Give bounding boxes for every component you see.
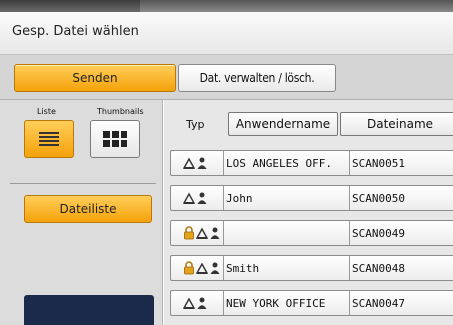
column-header-user[interactable]: Anwendername [228, 112, 338, 136]
tab-bar: Senden Dat. verwalten / lösch. [0, 55, 453, 100]
dateiliste-button[interactable]: Dateiliste [24, 195, 152, 223]
list-view-button[interactable] [24, 120, 74, 158]
tab-senden[interactable]: Senden [14, 64, 176, 92]
row-type-icons [182, 190, 208, 206]
row-user-name: NEW YORK OFFICE [223, 291, 349, 315]
lock-icon [183, 226, 195, 240]
top-strip [0, 0, 453, 12]
dark-panel [24, 295, 154, 325]
person-icon [209, 226, 221, 240]
printer-icon [195, 226, 209, 240]
title-bar: Gesp. Datei wählen [0, 12, 453, 55]
table-row[interactable]: LOS ANGELES OFF. SCAN0051 [170, 150, 453, 176]
printer-icon [182, 296, 196, 310]
thumbnail-view-label: Thumbnails [97, 107, 144, 116]
person-icon [196, 296, 208, 310]
person-icon [209, 261, 221, 275]
row-type-icons [183, 260, 221, 276]
grid-icon [103, 131, 127, 147]
list-view-label: Liste [37, 107, 56, 116]
column-header-file[interactable]: Dateiname [340, 112, 453, 136]
row-user-name: John [223, 186, 349, 210]
row-file-name: SCAN0047 [349, 291, 405, 315]
row-file-name: SCAN0049 [349, 221, 405, 245]
printer-icon [182, 156, 196, 170]
tab-datei-verwalten[interactable]: Dat. verwalten / lösch. [178, 64, 336, 92]
top-strip-tab [0, 0, 140, 12]
row-type-icons [182, 155, 208, 171]
person-icon [196, 156, 208, 170]
row-type-icons [183, 225, 221, 241]
row-user-name [223, 221, 349, 245]
row-file-name: SCAN0050 [349, 186, 405, 210]
type-column-label: Typ [186, 118, 205, 131]
page-title: Gesp. Datei wählen [12, 24, 139, 39]
printer-icon [195, 261, 209, 275]
table-row[interactable]: SCAN0049 [170, 220, 453, 246]
row-type-icons [182, 295, 208, 311]
list-icon [39, 132, 59, 146]
thumbnail-view-button[interactable] [90, 120, 140, 158]
divider [10, 183, 156, 184]
table-row[interactable]: John SCAN0050 [170, 185, 453, 211]
row-user-name: LOS ANGELES OFF. [223, 151, 349, 175]
person-icon [196, 191, 208, 205]
row-file-name: SCAN0051 [349, 151, 405, 175]
table-row[interactable]: NEW YORK OFFICE SCAN0047 [170, 290, 453, 316]
row-file-name: SCAN0048 [349, 256, 405, 280]
printer-icon [182, 191, 196, 205]
table-row[interactable]: Smith SCAN0048 [170, 255, 453, 281]
lock-icon [183, 261, 195, 275]
row-user-name: Smith [223, 256, 349, 280]
